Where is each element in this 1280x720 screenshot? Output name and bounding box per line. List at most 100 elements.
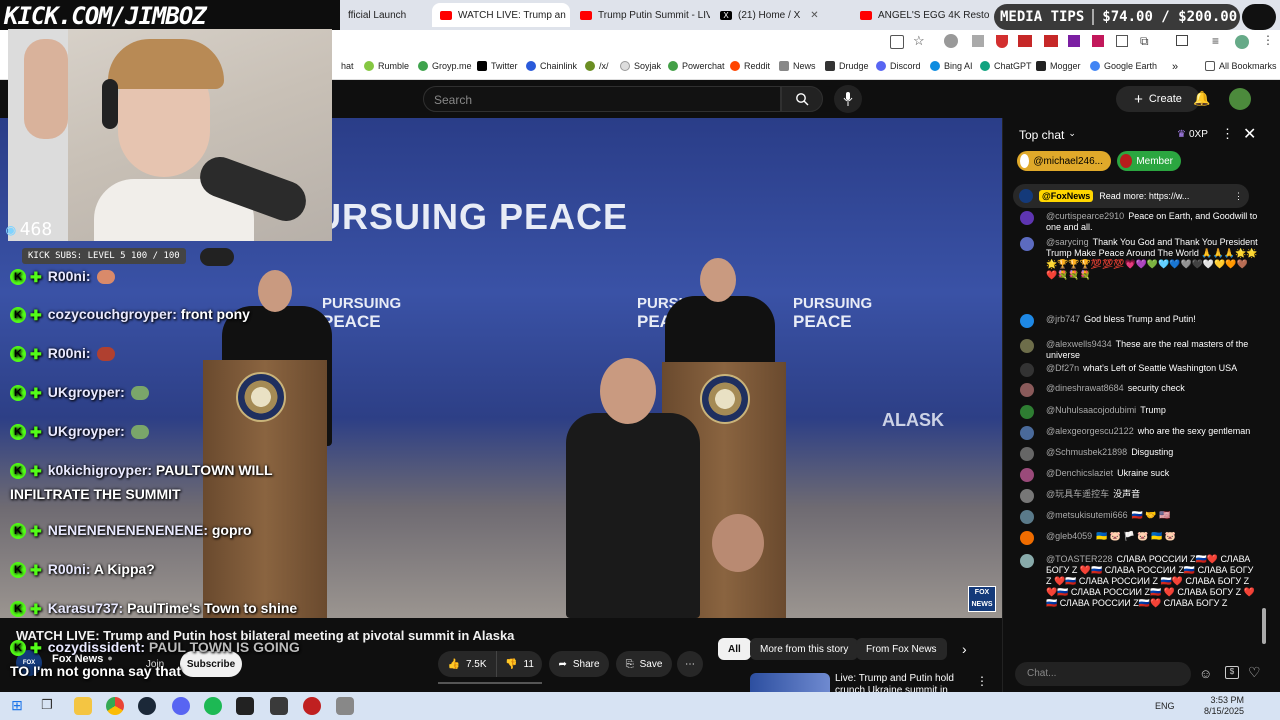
notifications-bell-icon[interactable]: 🔔 xyxy=(1193,90,1210,107)
app-icon[interactable] xyxy=(336,697,354,715)
pepe-emote-icon xyxy=(130,386,149,401)
file-explorer-icon[interactable] xyxy=(74,697,92,715)
tab-official-launch[interactable]: fficial Launch xyxy=(340,3,430,27)
media-tips-goal: MEDIA TIPS $74.00 / $200.00 xyxy=(994,4,1240,30)
bookmark-item[interactable]: Drudge xyxy=(825,61,869,71)
clock[interactable]: 3:53 PM 8/15/2025 xyxy=(1204,695,1244,717)
profile-avatar[interactable] xyxy=(1235,35,1249,49)
create-button[interactable]: + Create xyxy=(1116,86,1200,112)
bookmark-item[interactable]: Powerchat xyxy=(668,61,725,71)
install-icon[interactable] xyxy=(890,35,904,49)
bookmark-item[interactable]: Groyp.me xyxy=(418,61,472,71)
bookmark-item[interactable]: Twitter xyxy=(477,61,518,71)
kick-badge-icon: K xyxy=(10,523,26,540)
chip-more-from-story[interactable]: More from this story xyxy=(750,638,859,660)
extension-icon[interactable] xyxy=(1018,35,1032,47)
steam-icon[interactable] xyxy=(138,697,156,715)
sidepanel-icon[interactable] xyxy=(1176,35,1188,46)
chat-input[interactable]: Chat... xyxy=(1015,662,1191,686)
voice-search-button[interactable] xyxy=(834,85,862,113)
bookmark-item[interactable]: ChatGPT xyxy=(980,61,1032,71)
app-icon[interactable] xyxy=(236,697,254,715)
chevron-right-icon[interactable]: › xyxy=(962,641,967,657)
close-icon[interactable]: ✕ xyxy=(810,10,818,21)
spotify-icon[interactable] xyxy=(204,697,222,715)
pinned-message[interactable]: @FoxNews Read more: https://w... ⋮ xyxy=(1013,184,1249,208)
emote-icon xyxy=(96,270,115,285)
more-options-icon[interactable]: ⋮ xyxy=(1221,126,1234,142)
chat-user-pill[interactable]: @michael246... xyxy=(1017,151,1111,171)
bookmark-item[interactable]: Rumble xyxy=(364,61,409,71)
recommended-thumbnail[interactable] xyxy=(750,673,830,692)
tab-angels-egg[interactable]: ANGEL'S EGG 4K Restorat xyxy=(852,3,990,27)
search-input[interactable]: Search xyxy=(423,86,781,112)
chip-from-fox-news[interactable]: From Fox News xyxy=(856,638,947,660)
share-button[interactable]: ➦ Share xyxy=(549,651,609,677)
points-display[interactable]: ♛ 0XP xyxy=(1177,129,1208,140)
bookmark-item[interactable]: Soyjak xyxy=(620,61,661,71)
like-button[interactable]: 👍 7.5K xyxy=(438,651,496,677)
close-icon[interactable]: ✕ xyxy=(1243,124,1256,144)
more-options-icon[interactable]: ⋮ xyxy=(976,674,988,688)
chat-message: @Nuhulsaacojodubimi Trump xyxy=(1020,405,1258,419)
account-avatar[interactable] xyxy=(1229,88,1251,110)
more-actions-button[interactable]: ⋯ xyxy=(677,651,703,677)
chat-author: @Schmusbek21898 xyxy=(1046,447,1128,457)
chip-all[interactable]: All xyxy=(718,638,751,660)
bookmark-label: ChatGPT xyxy=(994,61,1032,71)
extension-icon[interactable] xyxy=(1068,35,1080,47)
app-icon[interactable] xyxy=(303,697,321,715)
bookmark-item[interactable]: Google Earth xyxy=(1090,61,1157,71)
bookmark-item[interactable]: Reddit xyxy=(730,61,770,71)
shield-icon[interactable] xyxy=(996,35,1008,48)
more-options-icon[interactable]: ⋮ xyxy=(1234,191,1243,202)
task-view-icon[interactable]: ❐ xyxy=(38,697,56,715)
sub-badge-icon: ✚ xyxy=(30,561,42,578)
microphone-icon xyxy=(843,92,853,106)
top-chat-dropdown[interactable]: Top chat ⌄ xyxy=(1019,128,1076,142)
member-pill[interactable]: Member xyxy=(1117,151,1181,171)
puzzle-icon[interactable]: ⧉ xyxy=(1140,34,1149,49)
search-button[interactable] xyxy=(781,86,823,112)
app-icon[interactable] xyxy=(270,697,288,715)
more-icon[interactable]: ⋮ xyxy=(1262,33,1274,47)
bookmarks-overflow-button[interactable]: » xyxy=(1172,61,1178,73)
dislike-button[interactable]: 👎 11 xyxy=(496,651,542,677)
bookmark-item[interactable]: /x/ xyxy=(585,61,609,71)
bookmark-item[interactable]: Chainlink xyxy=(526,61,577,71)
tab-trump-putin-summit[interactable]: Trump Putin Summit - LIVE xyxy=(572,3,710,27)
powerchat-icon xyxy=(668,61,678,71)
video-banner-text: PURSUING PEACE xyxy=(290,196,629,237)
extension-icon[interactable] xyxy=(972,35,984,47)
extension-icon[interactable] xyxy=(1092,35,1104,47)
extension-icon[interactable] xyxy=(944,34,958,48)
chrome-icon[interactable] xyxy=(106,697,124,715)
tab-x-home[interactable]: X (21) Home / X ✕ xyxy=(712,3,850,27)
bookmark-item[interactable]: Mogger xyxy=(1036,61,1081,71)
chat-scrollbar[interactable] xyxy=(1262,608,1266,644)
viewer-count: ◉ 468 xyxy=(6,219,52,240)
kick-badge-icon: K xyxy=(10,562,26,579)
bookmark-item[interactable]: hat xyxy=(341,61,354,71)
extension-icon[interactable] xyxy=(1116,35,1128,47)
language-indicator[interactable]: ENG xyxy=(1155,701,1175,711)
heart-icon[interactable]: ♡ xyxy=(1248,664,1261,681)
presidential-seal xyxy=(236,372,286,422)
extension-icon[interactable] xyxy=(1044,35,1058,47)
media-tips-label: MEDIA TIPS xyxy=(1000,9,1085,25)
dislike-count: 11 xyxy=(523,658,534,670)
all-bookmarks[interactable]: All Bookmarks xyxy=(1205,61,1277,71)
windows-start-icon[interactable]: ⊞ xyxy=(8,697,26,715)
save-button[interactable]: ⎘ Save xyxy=(616,651,672,677)
bookmark-item[interactable]: News xyxy=(779,61,816,71)
avatar xyxy=(1020,489,1034,503)
bookmark-item[interactable]: Bing AI xyxy=(930,61,973,71)
bookmark-item[interactable]: Discord xyxy=(876,61,921,71)
super-chat-icon[interactable]: $ xyxy=(1225,666,1239,679)
bookmark-star-icon[interactable]: ☆ xyxy=(913,33,925,49)
menu-icon[interactable]: ≡ xyxy=(1212,34,1219,48)
discord-icon[interactable] xyxy=(172,697,190,715)
emoji-icon[interactable]: ☺ xyxy=(1199,666,1212,681)
bookmark-label: All Bookmarks xyxy=(1219,61,1277,71)
tab-watch-live[interactable]: WATCH LIVE: Trump an✕ xyxy=(432,3,570,27)
